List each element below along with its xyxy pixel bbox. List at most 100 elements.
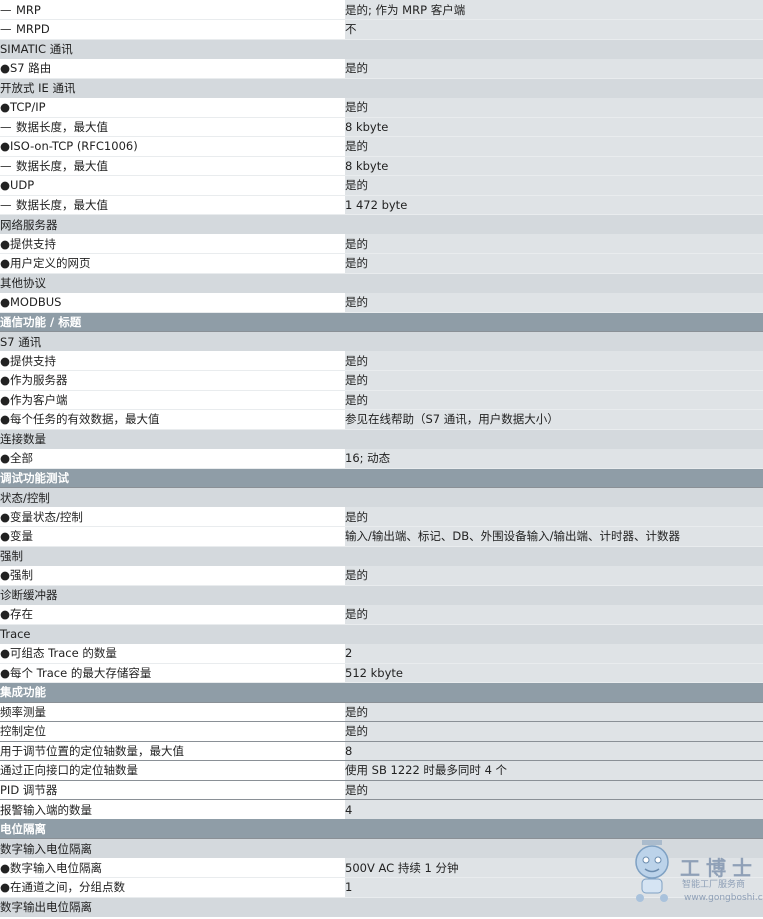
table-row: ●可组态 Trace 的数量 2: [0, 643, 763, 664]
table-row: PID 调节器 是的: [0, 779, 763, 800]
bullet-marker: ●: [0, 607, 11, 621]
row-label-cell: 开放式 IE 通讯: [0, 77, 345, 98]
watermark: 工博士 智能工厂服务商 www.gongboshi.com: [626, 838, 763, 904]
section-title: 调试功能测试: [0, 468, 763, 488]
group-header-row: 其他协议: [0, 272, 763, 293]
row-label: 连接数量: [0, 432, 46, 446]
row-label: MRP: [16, 2, 41, 17]
row-label: 开放式 IE 通讯: [0, 81, 76, 95]
row-value: 1 472 byte: [345, 195, 763, 215]
row-label: 作为客户端: [10, 392, 68, 407]
row-label-cell: ●全部: [0, 448, 345, 469]
bullet-marker: ●: [0, 373, 11, 388]
row-value: 是的: [345, 136, 763, 157]
bullet-marker: ●: [0, 529, 11, 544]
table-row: ●变量状态/控制 是的: [0, 507, 763, 527]
row-label-cell: ●数字输入电位隔离: [0, 858, 345, 878]
table-row: ●全部 16; 动态: [0, 448, 763, 469]
row-label-cell: ●用户定义的网页: [0, 253, 345, 274]
row-label-cell: 数字输入电位隔离: [0, 838, 345, 858]
row-label-cell: SIMATIC 通讯: [0, 38, 345, 59]
row-label: 频率测量: [0, 704, 46, 719]
table-row: ●MODBUS 是的: [0, 292, 763, 313]
section-header-row: 通信功能 / 标题: [0, 312, 763, 332]
bullet-marker: ●: [0, 100, 11, 114]
row-label: 提供支持: [10, 353, 56, 368]
row-label-cell: — 数据长度，最大值: [0, 117, 345, 137]
row-label-cell: ●可组态 Trace 的数量: [0, 643, 345, 664]
row-label-cell: 强制: [0, 545, 345, 566]
row-label: 数字输入电位隔离: [10, 860, 102, 875]
row-label-cell: ●作为服务器: [0, 370, 345, 391]
watermark-tagline: 智能工厂服务商: [682, 880, 746, 890]
row-value: 参见在线帮助（S7 通讯，用户数据大小）: [345, 409, 763, 430]
table-row: — MRPD 不: [0, 19, 763, 40]
row-label-cell: 频率测量: [0, 701, 345, 722]
section-title: 通信功能 / 标题: [0, 312, 763, 332]
row-label-cell: — 数据长度，最大值: [0, 156, 345, 176]
row-label-cell: ●作为客户端: [0, 390, 345, 410]
row-label: 用于调节位置的定位轴数量，最大值: [0, 743, 184, 758]
bullet-marker: ●: [0, 256, 11, 271]
row-value: 是的: [345, 507, 763, 527]
bullet-marker: ●: [0, 61, 11, 75]
table-row: ●S7 路由 是的: [0, 58, 763, 79]
table-row: ●存在 是的: [0, 604, 763, 625]
group-header-row: 开放式 IE 通讯: [0, 77, 763, 98]
row-label: MRPD: [16, 22, 50, 37]
row-label: 强制: [10, 568, 33, 582]
row-label-cell: ●强制: [0, 565, 345, 586]
row-label-cell: S7 通讯: [0, 331, 345, 351]
row-value: 8 kbyte: [345, 117, 763, 137]
group-header-row: 连接数量: [0, 428, 763, 449]
row-value: [345, 272, 763, 293]
row-label: 数据长度，最大值: [16, 197, 108, 212]
row-label-cell: 诊断缓冲器: [0, 584, 345, 605]
row-label: SIMATIC 通讯: [0, 42, 73, 56]
dash-marker: —: [0, 2, 12, 17]
row-label: 数据长度，最大值: [16, 119, 108, 134]
row-label: Trace: [0, 627, 31, 641]
row-label-cell: ●TCP/IP: [0, 97, 345, 118]
table-row: 报警输入端的数量 4: [0, 799, 763, 819]
row-value: 4: [345, 799, 763, 819]
row-label-cell: — MRPD: [0, 19, 345, 40]
row-value: 是的: [345, 292, 763, 313]
row-value: 是的: [345, 565, 763, 586]
bullet-marker: ●: [0, 178, 11, 193]
bullet-marker: ●: [0, 412, 11, 427]
row-value: [345, 331, 763, 351]
row-label: S7 路由: [10, 61, 52, 75]
row-value: 不: [345, 19, 763, 40]
row-label-cell: 报警输入端的数量: [0, 799, 345, 819]
row-value: [345, 545, 763, 566]
row-value: [345, 214, 763, 234]
section-header-row: 集成功能: [0, 682, 763, 702]
row-value: 是的: [345, 58, 763, 79]
table-row: — 数据长度，最大值 8 kbyte: [0, 117, 763, 137]
row-label-cell: ●S7 路由: [0, 58, 345, 79]
table-row: 通过正向接口的定位轴数量 使用 SB 1222 时最多同时 4 个: [0, 760, 763, 780]
row-value: 是的: [345, 97, 763, 118]
row-value: 512 kbyte: [345, 663, 763, 683]
row-value: 是的: [345, 721, 763, 741]
row-label: 提供支持: [10, 236, 56, 251]
row-label-cell: 控制定位: [0, 721, 345, 741]
row-value: 8 kbyte: [345, 156, 763, 176]
row-label-cell: 状态/控制: [0, 487, 345, 507]
row-label: 网络服务器: [0, 217, 58, 232]
table-row: ●作为服务器 是的: [0, 370, 763, 391]
watermark-url: www.gongboshi.com: [684, 893, 763, 903]
table-row: — MRP 是的; 作为 MRP 客户端: [0, 0, 763, 20]
row-value: [345, 428, 763, 449]
row-label: 每个任务的有效数据，最大值: [10, 412, 160, 427]
row-label: 在通道之间，分组点数: [10, 880, 125, 895]
table-row: — 数据长度，最大值 1 472 byte: [0, 195, 763, 215]
group-header-row: 网络服务器: [0, 214, 763, 234]
row-label-cell: ●在通道之间，分组点数: [0, 877, 345, 898]
row-label: 变量状态/控制: [10, 509, 83, 524]
group-header-row: 强制: [0, 545, 763, 566]
row-label-cell: ●ISO-on-TCP (RFC1006): [0, 136, 345, 157]
row-value: 是的: [345, 701, 763, 722]
row-label: 诊断缓冲器: [0, 588, 58, 602]
